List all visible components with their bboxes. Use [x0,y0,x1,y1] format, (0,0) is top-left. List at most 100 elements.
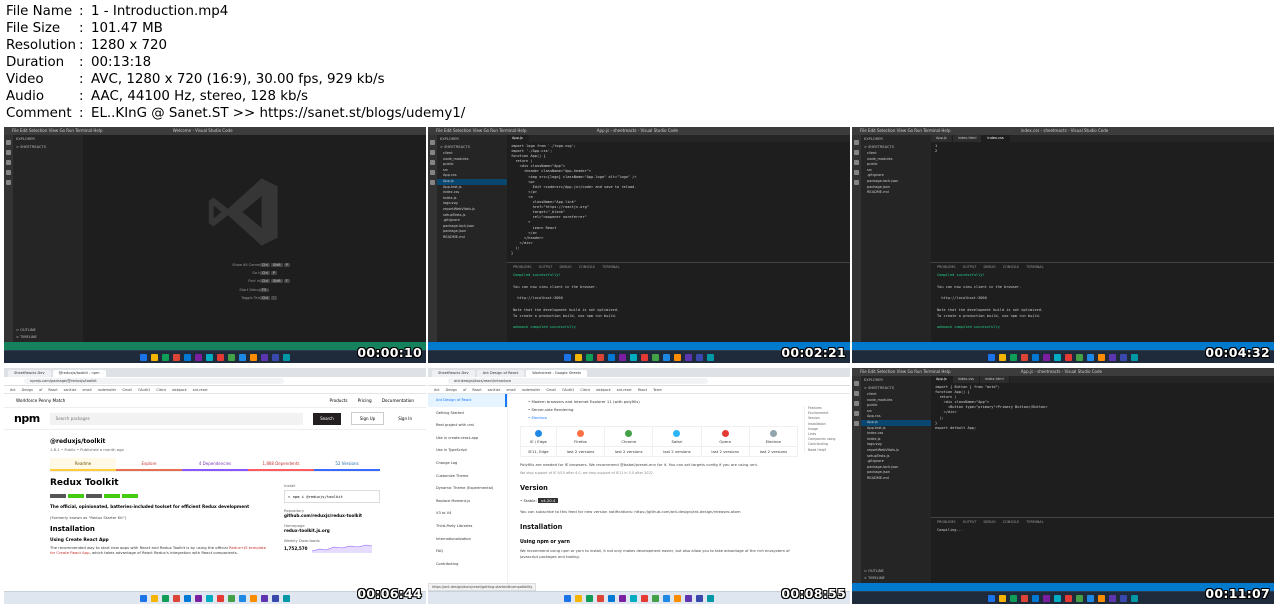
taskbar-app-icon[interactable] [597,353,604,361]
file-tree-item[interactable]: README.md [437,235,507,241]
taskbar-app-icon[interactable] [206,353,213,361]
taskbar-app-icon[interactable] [685,353,692,361]
homepage-link[interactable]: redux-toolkit.js.org [284,528,380,533]
taskbar-app-icon[interactable] [1120,594,1127,602]
stable-badge[interactable]: v4.20.4 [537,498,559,503]
code-area[interactable]: import { Button } from "antd"; function A… [931,383,1274,433]
taskbar-app-icon[interactable] [988,353,995,361]
taskbar-app-icon[interactable] [999,594,1006,602]
terminal-output[interactable]: Compiled successfully! You can now view … [931,271,1274,333]
panel-tabs[interactable]: PROBLEMS OUTPUT DEBUG CONSOLE TERMINAL [931,518,1274,526]
signin-link[interactable]: Sign In [394,413,416,424]
taskbar-app-icon[interactable] [228,594,235,602]
taskbar-app-icon[interactable] [707,353,714,361]
taskbar-app-icon[interactable] [1109,353,1116,361]
taskbar-app-icon[interactable] [239,353,246,361]
taskbar-app-icon[interactable] [1087,594,1094,602]
taskbar-app-icon[interactable] [1098,594,1105,602]
search-icon[interactable] [854,391,859,396]
taskbar-app-icon[interactable] [1021,594,1028,602]
terminal-output[interactable]: Compiled successfully! You can now view … [507,271,850,333]
taskbar-app-icon[interactable] [619,594,626,602]
taskbar-app-icon[interactable] [619,353,626,361]
git-icon[interactable] [854,160,859,165]
editor-tab[interactable]: App.js [931,135,953,142]
taskbar-app-icon[interactable] [1065,594,1072,602]
git-icon[interactable] [6,160,11,165]
taskbar-app-icon[interactable] [239,594,246,602]
menu-bar[interactable]: File Edit Selection View Go Run Terminal… [436,128,527,133]
taskbar-app-icon[interactable] [663,594,670,602]
search-icon[interactable] [854,150,859,155]
folder-header[interactable]: > SHEETREACTS [861,143,931,151]
taskbar-app-icon[interactable] [674,594,681,602]
docs-nav-item[interactable]: Use in TypeScript [428,444,507,457]
taskbar-app-icon[interactable] [586,594,593,602]
docs-nav-item[interactable]: Replace Moment.js [428,495,507,508]
taskbar-app-icon[interactable] [575,353,582,361]
editor-tab[interactable]: index.css [982,135,1010,142]
taskbar-app-icon[interactable] [283,353,290,361]
editor-tab[interactable]: App.js [931,376,953,383]
file-tree-item[interactable]: README.md [861,190,931,196]
search-icon[interactable] [430,150,435,155]
docs-nav-item[interactable]: Real project with umi [428,419,507,432]
taskbar-app-icon[interactable] [261,353,268,361]
terminal-output[interactable]: Compiling... [931,526,1274,536]
docs-nav-item[interactable]: V3 to V4 [428,507,507,520]
extensions-icon[interactable] [6,180,11,185]
taskbar-app-icon[interactable] [173,353,180,361]
package-tab[interactable]: 52 Versions [314,458,380,471]
repo-link[interactable]: github.com/reduxjs/redux-toolkit [284,513,380,518]
taskbar-app-icon[interactable] [1087,353,1094,361]
taskbar-app-icon[interactable] [1043,353,1050,361]
taskbar-app-icon[interactable] [641,594,648,602]
taskbar-app-icon[interactable] [663,353,670,361]
taskbar-app-icon[interactable] [1054,353,1061,361]
npm-logo[interactable]: npm [14,412,40,425]
taskbar-app-icon[interactable] [173,594,180,602]
taskbar-app-icon[interactable] [652,594,659,602]
editor-tab[interactable]: index.html [952,135,983,142]
nav-link[interactable]: Pricing [358,398,372,403]
editor-tab[interactable]: index.css [952,376,981,383]
taskbar-app-icon[interactable] [652,353,659,361]
extensions-icon[interactable] [854,421,859,426]
toc-item[interactable]: Need Help? [805,448,844,453]
taskbar-app-icon[interactable] [184,353,191,361]
search-input[interactable]: Search packages [49,412,304,425]
docs-nav-item[interactable]: Ant Design of React [428,394,507,407]
debug-icon[interactable] [854,411,859,416]
debug-icon[interactable] [430,170,435,175]
docs-nav-item[interactable]: Internationalization [428,533,507,546]
taskbar-app-icon[interactable] [140,353,147,361]
nav-link[interactable]: Documentation [382,398,414,403]
folder-header[interactable]: > SHEETREACTS [13,143,83,151]
files-icon[interactable] [6,140,11,145]
package-tab[interactable]: 1,868 Dependents [248,458,314,471]
taskbar-app-icon[interactable] [272,594,279,602]
taskbar-app-icon[interactable] [1131,594,1138,602]
files-icon[interactable] [854,381,859,386]
file-tree-item[interactable]: README.md [861,476,931,482]
install-command[interactable]: > npm i @reduxjs/toolkit [284,490,380,503]
editor-tab[interactable]: App.js [507,135,529,142]
taskbar-app-icon[interactable] [1065,353,1072,361]
taskbar-app-icon[interactable] [1076,594,1083,602]
search-button[interactable]: Search [313,412,341,425]
docs-nav-item[interactable]: Use in create-react-app [428,432,507,445]
docs-nav-item[interactable]: Change Log [428,457,507,470]
taskbar-app-icon[interactable] [707,594,714,602]
code-area[interactable]: import logo from './logo.svg'; import './… [507,142,850,258]
debug-icon[interactable] [854,170,859,175]
taskbar-app-icon[interactable] [586,353,593,361]
docs-nav-item[interactable]: Getting Started [428,407,507,420]
browser-tab[interactable]: @reduxjs/toolkit - npm [52,370,106,377]
browser-tab[interactable]: SheetReacts Dev [8,370,51,377]
git-icon[interactable] [854,401,859,406]
search-icon[interactable] [6,150,11,155]
package-tab[interactable]: Readme [50,458,116,471]
menu-bar[interactable]: File Edit Selection View Go Run Terminal… [860,128,951,133]
taskbar-app-icon[interactable] [1032,594,1039,602]
panel-tabs[interactable]: PROBLEMS OUTPUT DEBUG CONSOLE TERMINAL [507,263,850,271]
